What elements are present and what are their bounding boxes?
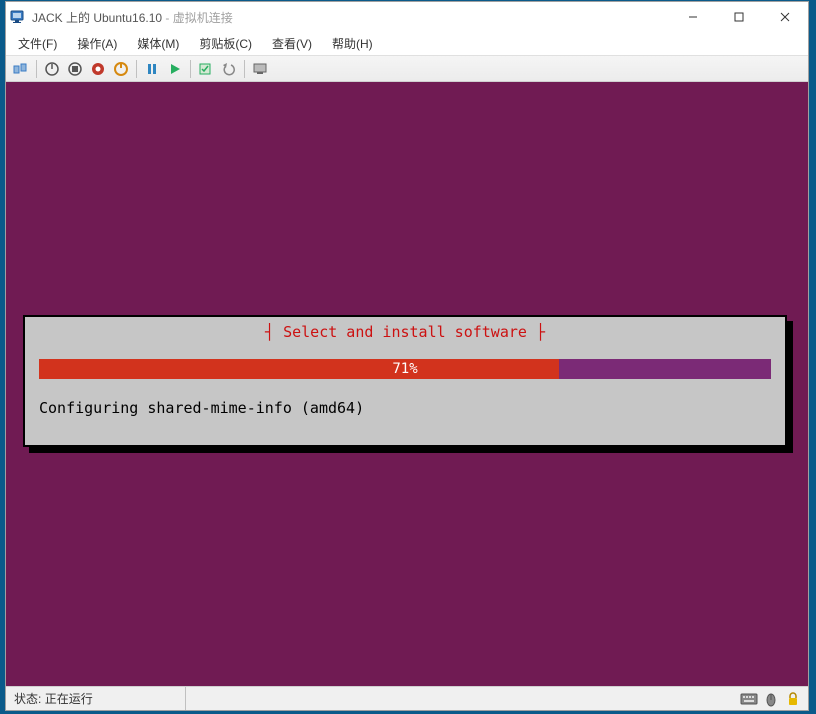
menu-help[interactable]: 帮助(H) (328, 33, 377, 54)
menu-action[interactable]: 操作(A) (73, 33, 121, 54)
reset-icon[interactable] (110, 58, 132, 80)
vm-display-area[interactable]: ┤ Select and install software ├ 71% Conf… (6, 82, 808, 686)
status-text: 状态: 正在运行 (6, 687, 186, 710)
toolbar-separator (244, 60, 245, 78)
progress-bar-fill (39, 359, 559, 379)
lock-icon (784, 691, 802, 707)
revert-icon[interactable] (218, 58, 240, 80)
window-title: JACK 上的 Ubuntu16.10 - 虚拟机连接 (32, 9, 670, 26)
shut-down-icon[interactable] (64, 58, 86, 80)
start-icon[interactable] (164, 58, 186, 80)
maximize-button[interactable] (716, 2, 762, 32)
installer-status-text: Configuring shared-mime-info (amd64) (39, 399, 771, 417)
window-controls (670, 2, 808, 32)
vm-connection-window: JACK 上的 Ubuntu16.10 - 虚拟机连接 文件(F) 操作(A) … (5, 1, 809, 711)
mouse-icon (762, 691, 780, 707)
pause-icon[interactable] (141, 58, 163, 80)
minimize-button[interactable] (670, 2, 716, 32)
toolbar (6, 56, 808, 82)
save-icon[interactable] (87, 58, 109, 80)
app-icon (10, 9, 26, 25)
menu-view[interactable]: 查看(V) (268, 33, 316, 54)
ctrl-alt-del-icon[interactable] (10, 58, 32, 80)
menu-clipboard[interactable]: 剪贴板(C) (195, 33, 256, 54)
menu-file[interactable]: 文件(F) (14, 33, 61, 54)
installer-dialog: ┤ Select and install software ├ 71% Conf… (23, 315, 787, 447)
checkpoint-icon[interactable] (195, 58, 217, 80)
menubar: 文件(F) 操作(A) 媒体(M) 剪贴板(C) 查看(V) 帮助(H) (6, 32, 808, 56)
statusbar: 状态: 正在运行 (6, 686, 808, 710)
installer-title: ┤ Select and install software ├ (259, 323, 551, 341)
status-icons (740, 691, 808, 707)
progress-percent-label: 71% (392, 361, 417, 377)
titlebar: JACK 上的 Ubuntu16.10 - 虚拟机连接 (6, 2, 808, 32)
toolbar-separator (36, 60, 37, 78)
enhanced-session-icon[interactable] (249, 58, 271, 80)
progress-bar: 71% (39, 359, 771, 379)
close-button[interactable] (762, 2, 808, 32)
turn-off-icon[interactable] (41, 58, 63, 80)
toolbar-separator (136, 60, 137, 78)
menu-media[interactable]: 媒体(M) (133, 33, 183, 54)
keyboard-icon (740, 691, 758, 707)
toolbar-separator (190, 60, 191, 78)
